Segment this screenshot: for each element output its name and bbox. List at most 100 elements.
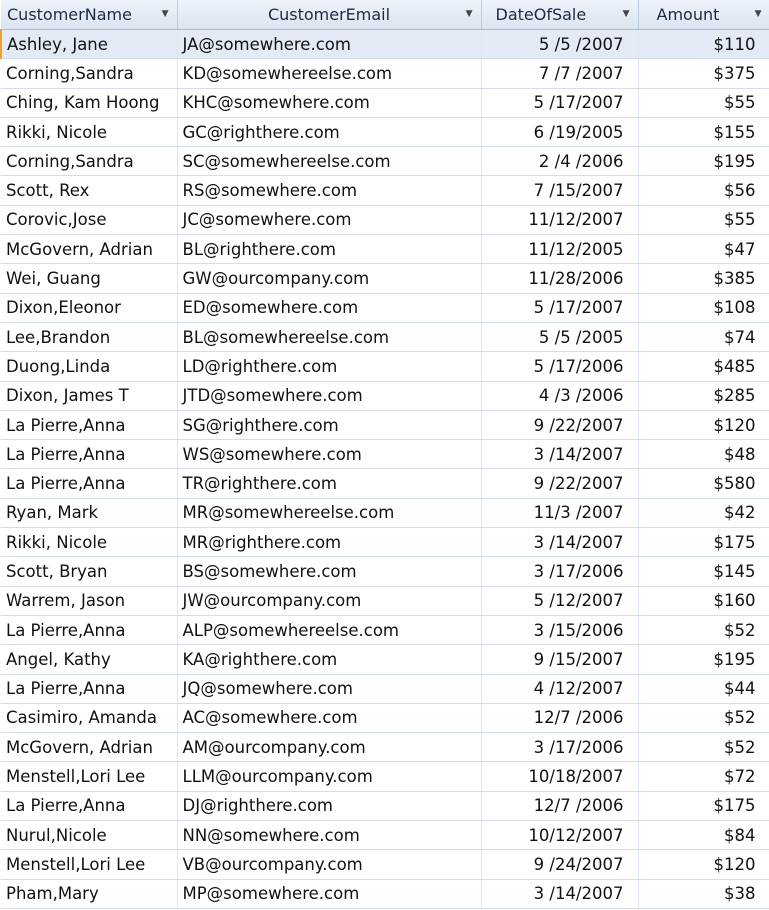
table-row[interactable]: Menstell,Lori Lee VB@ourcompany.com 9 /24/… [1, 849, 769, 880]
customer-email-cell[interactable]: KD@somewhereelse.com [177, 58, 482, 89]
date-of-sale-cell[interactable]: 9 /22/2007 [481, 410, 639, 441]
amount-cell[interactable]: $48 [638, 439, 769, 470]
customer-email-cell[interactable]: ED@somewhere.com [177, 293, 482, 323]
customer-name-cell[interactable]: Warrem, Jason [1, 586, 178, 616]
amount-cell[interactable]: $74 [638, 322, 769, 353]
table-row[interactable]: Ashley, Jane JA@somewhere.com 5 /5 /2007 $1… [0, 29, 769, 60]
customer-email-cell[interactable]: BL@somewhereelse.com [177, 322, 482, 353]
amount-cell[interactable]: $120 [638, 410, 769, 441]
amount-cell[interactable]: $52 [638, 615, 769, 646]
customer-email-cell[interactable]: WS@somewhere.com [177, 439, 482, 470]
date-of-sale-cell[interactable]: 3 /14/2007 [481, 439, 639, 470]
table-row[interactable]: Scott, Rex RS@somewhere.com 7 /15/2007 $56 [1, 175, 769, 206]
customer-email-cell[interactable]: MR@righthere.com [177, 527, 482, 558]
date-of-sale-cell[interactable]: 9 /15/2007 [481, 644, 639, 675]
customer-email-cell[interactable]: JA@somewhere.com [177, 29, 482, 60]
customer-email-cell[interactable]: JQ@somewhere.com [177, 674, 482, 704]
customer-name-cell[interactable]: Lee,Brandon [1, 322, 178, 353]
amount-cell[interactable]: $47 [638, 234, 769, 265]
amount-cell[interactable]: $84 [638, 820, 769, 851]
date-of-sale-cell[interactable]: 3 /17/2006 [481, 732, 639, 763]
customer-email-cell[interactable]: TR@righthere.com [177, 468, 482, 499]
table-row[interactable]: Ching, Kam Hoong KHC@somewhere.com 5 /17/2… [1, 88, 769, 118]
date-of-sale-cell[interactable]: 9 /24/2007 [481, 849, 639, 880]
table-row[interactable]: McGovern, Adrian AM@ourcompany.com 3 /17/2… [1, 732, 769, 763]
amount-cell[interactable]: $56 [638, 175, 769, 206]
amount-cell[interactable]: $52 [638, 732, 769, 763]
customer-name-cell[interactable]: Wei, Guang [1, 263, 178, 294]
customer-name-cell[interactable]: Ching, Kam Hoong [1, 88, 178, 118]
customer-name-cell[interactable]: La Pierre,Anna [1, 615, 178, 646]
table-row[interactable]: Pham,Mary MP@somewhere.com 3 /14/2007 $38 [1, 879, 769, 909]
date-of-sale-cell[interactable]: 7 /7 /2007 [481, 58, 639, 89]
customer-email-cell[interactable]: BL@righthere.com [177, 234, 482, 265]
table-row[interactable]: Corning,Sandra SC@somewhereelse.com 2 /4 /… [1, 146, 769, 177]
customer-email-cell[interactable]: JTD@somewhere.com [177, 381, 482, 411]
customer-name-cell[interactable]: Corning,Sandra [1, 146, 178, 177]
customer-email-cell[interactable]: VB@ourcompany.com [177, 849, 482, 880]
customer-name-cell[interactable]: McGovern, Adrian [1, 732, 178, 763]
date-of-sale-cell[interactable]: 5 /5 /2005 [481, 322, 639, 353]
amount-cell[interactable]: $44 [638, 674, 769, 704]
customer-name-cell[interactable]: Rikki, Nicole [1, 117, 178, 148]
amount-cell[interactable]: $110 [638, 29, 769, 60]
customer-email-cell[interactable]: LLM@ourcompany.com [177, 761, 482, 792]
table-row[interactable]: La Pierre,Anna SG@righthere.com 9 /22/2007… [1, 410, 769, 441]
customer-email-cell[interactable]: RS@somewhere.com [177, 175, 482, 206]
customer-name-cell[interactable]: Corovic,Jose [1, 205, 178, 236]
customer-name-cell[interactable]: La Pierre,Anna [1, 468, 178, 499]
table-row[interactable]: Scott, Bryan BS@somewhere.com 3 /17/2006 $1… [1, 556, 769, 587]
amount-cell[interactable]: $195 [638, 644, 769, 675]
amount-cell[interactable]: $155 [638, 117, 769, 148]
table-row[interactable]: Rikki, Nicole MR@righthere.com 3 /14/2007 $… [1, 527, 769, 558]
table-row[interactable]: Ryan, Mark MR@somewhereelse.com 11/3 /2007… [1, 498, 769, 529]
customer-name-cell[interactable]: Menstell,Lori Lee [1, 761, 178, 792]
customer-email-cell[interactable]: DJ@righthere.com [177, 791, 482, 822]
column-header-customeremail[interactable]: CustomerEmail ▼ [177, 0, 482, 30]
date-of-sale-cell[interactable]: 9 /22/2007 [481, 468, 639, 499]
amount-cell[interactable]: $175 [638, 527, 769, 558]
customer-name-cell[interactable]: Pham,Mary [1, 879, 178, 909]
customer-name-cell[interactable]: Menstell,Lori Lee [1, 849, 178, 880]
dropdown-arrow-icon[interactable]: ▼ [623, 9, 630, 19]
table-row[interactable]: Duong,Linda LD@righthere.com 5 /17/2006 $48… [1, 351, 769, 382]
date-of-sale-cell[interactable]: 10/12/2007 [481, 820, 639, 851]
customer-email-cell[interactable]: JW@ourcompany.com [177, 586, 482, 616]
date-of-sale-cell[interactable]: 5 /12/2007 [481, 586, 639, 616]
table-row[interactable]: La Pierre,Anna TR@righthere.com 9 /22/2007… [1, 468, 769, 499]
column-header-dateofsale[interactable]: DateOfSale ▼ [481, 0, 639, 30]
date-of-sale-cell[interactable]: 4 /3 /2006 [481, 381, 639, 411]
amount-cell[interactable]: $120 [638, 849, 769, 880]
customer-name-cell[interactable]: La Pierre,Anna [1, 410, 178, 441]
customer-email-cell[interactable]: JC@somewhere.com [177, 205, 482, 236]
date-of-sale-cell[interactable]: 4 /12/2007 [481, 674, 639, 704]
customer-name-cell[interactable]: La Pierre,Anna [1, 791, 178, 822]
amount-cell[interactable]: $72 [638, 761, 769, 792]
customer-email-cell[interactable]: SC@somewhereelse.com [177, 146, 482, 177]
customer-name-cell[interactable]: Scott, Bryan [1, 556, 178, 587]
date-of-sale-cell[interactable]: 6 /19/2005 [481, 117, 639, 148]
table-row[interactable]: La Pierre,Anna DJ@righthere.com 12/7 /2006… [1, 791, 769, 822]
customer-email-cell[interactable]: MR@somewhereelse.com [177, 498, 482, 529]
table-row[interactable]: Wei, Guang GW@ourcompany.com 11/28/2006 $38… [1, 263, 769, 294]
table-row[interactable]: La Pierre,Anna JQ@somewhere.com 4 /12/2007… [1, 674, 769, 704]
customer-email-cell[interactable]: KA@righthere.com [177, 644, 482, 675]
customer-email-cell[interactable]: AC@somewhere.com [177, 703, 482, 734]
customer-name-cell[interactable]: Ryan, Mark [1, 498, 178, 529]
table-row[interactable]: La Pierre,Anna WS@somewhere.com 3 /14/2007… [1, 439, 769, 470]
table-row[interactable]: Menstell,Lori Lee LLM@ourcompany.com 10/18… [1, 761, 769, 792]
amount-cell[interactable]: $195 [638, 146, 769, 177]
customer-name-cell[interactable]: Casimiro, Amanda [1, 703, 178, 734]
table-row[interactable]: Dixon, James T JTD@somewhere.com 4 /3 /200… [1, 381, 769, 411]
table-row[interactable]: Dixon,Eleonor ED@somewhere.com 5 /17/2007 $… [1, 293, 769, 323]
dropdown-arrow-icon[interactable]: ▼ [466, 9, 473, 19]
customer-name-cell[interactable]: Rikki, Nicole [1, 527, 178, 558]
amount-cell[interactable]: $52 [638, 703, 769, 734]
date-of-sale-cell[interactable]: 2 /4 /2006 [481, 146, 639, 177]
customer-email-cell[interactable]: GC@righthere.com [177, 117, 482, 148]
amount-cell[interactable]: $55 [638, 88, 769, 118]
amount-cell[interactable]: $375 [638, 58, 769, 89]
customer-email-cell[interactable]: ALP@somewhereelse.com [177, 615, 482, 646]
column-header-amount[interactable]: Amount ▼ [638, 0, 769, 30]
customer-name-cell[interactable]: Angel, Kathy [1, 644, 178, 675]
